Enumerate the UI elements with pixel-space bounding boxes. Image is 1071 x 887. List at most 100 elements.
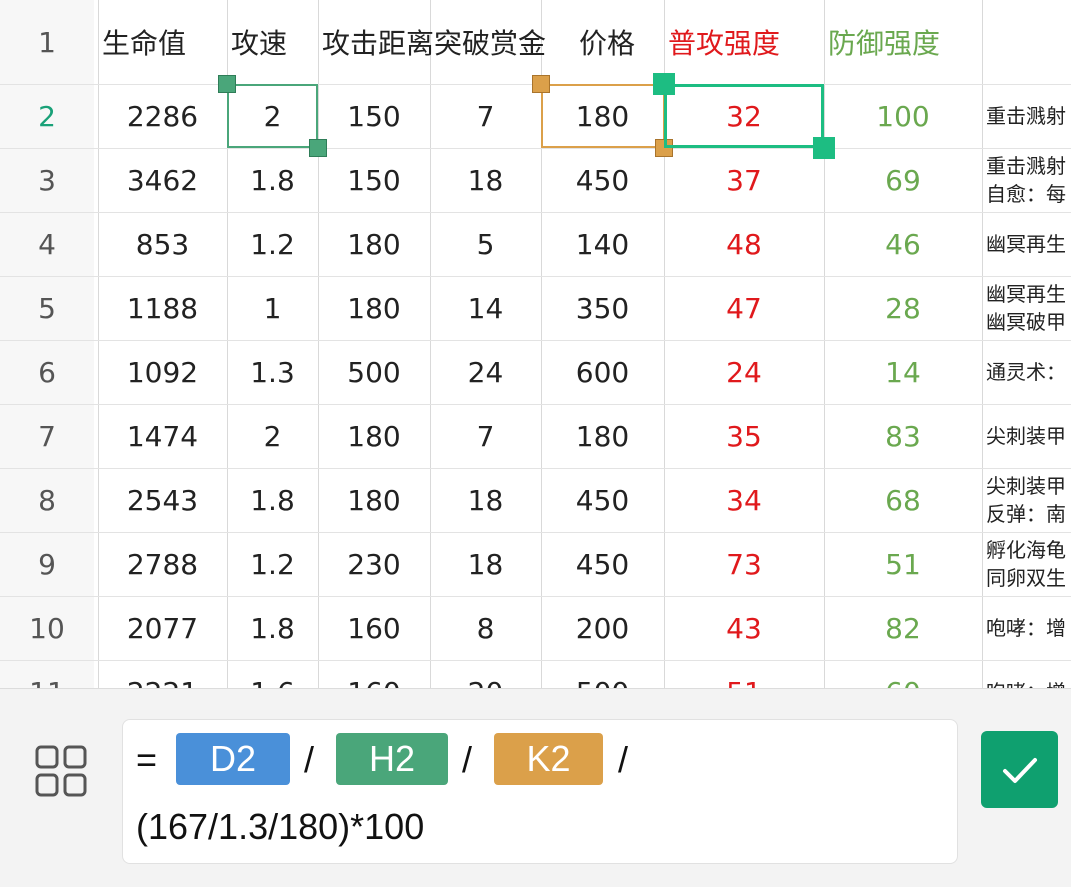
table-cell[interactable]: 180: [318, 276, 430, 340]
row-number[interactable]: 7: [0, 404, 94, 468]
table-cell[interactable]: 46: [824, 212, 982, 276]
table-cell[interactable]: 51: [664, 660, 824, 689]
row-number[interactable]: 1: [0, 0, 94, 84]
table-cell[interactable]: 35: [664, 404, 824, 468]
spreadsheet-grid[interactable]: 1 生命值 攻速 攻击距离 突破赏金 价格 普攻强度 防御强度 2 2286 2 150 7 180 32 1…: [0, 0, 1071, 688]
table-cell[interactable]: 7: [430, 84, 541, 148]
table-cell[interactable]: 2543: [98, 468, 227, 532]
description-cell[interactable]: 孵化海龟: [986, 536, 1066, 564]
table-cell[interactable]: 1.8: [227, 148, 318, 212]
table-cell[interactable]: 18: [430, 468, 541, 532]
formula-ref-K2[interactable]: K2: [494, 733, 603, 785]
table-cell[interactable]: 230: [318, 532, 430, 596]
table-cell[interactable]: 140: [541, 212, 664, 276]
table-cell[interactable]: 600: [541, 340, 664, 404]
table-cell[interactable]: 1.2: [227, 532, 318, 596]
table-cell[interactable]: 180: [541, 404, 664, 468]
table-cell[interactable]: 28: [824, 276, 982, 340]
table-cell[interactable]: 350: [541, 276, 664, 340]
table-cell[interactable]: 200: [541, 596, 664, 660]
table-cell[interactable]: 853: [98, 212, 227, 276]
row-number[interactable]: 2: [0, 84, 94, 148]
table-cell[interactable]: 2221: [98, 660, 227, 689]
table-cell[interactable]: 68: [824, 468, 982, 532]
table-cell[interactable]: 47: [664, 276, 824, 340]
table-cell[interactable]: 1474: [98, 404, 227, 468]
table-cell[interactable]: 18: [430, 148, 541, 212]
table-cell[interactable]: 500: [541, 660, 664, 689]
table-cell[interactable]: 48: [664, 212, 824, 276]
table-cell[interactable]: 37: [664, 148, 824, 212]
table-cell[interactable]: 1092: [98, 340, 227, 404]
description-cell[interactable]: 反弹：南: [986, 500, 1066, 528]
row-number[interactable]: 11: [0, 660, 94, 689]
description-cell[interactable]: 幽冥破甲: [986, 308, 1066, 336]
table-cell[interactable]: 150: [318, 148, 430, 212]
table-cell[interactable]: 500: [318, 340, 430, 404]
table-cell[interactable]: 3462: [98, 148, 227, 212]
table-cell[interactable]: 450: [541, 532, 664, 596]
column-header-cell[interactable]: 普攻强度: [664, 0, 824, 84]
table-cell[interactable]: 160: [318, 660, 430, 689]
table-cell[interactable]: 20: [430, 660, 541, 689]
column-header-cell[interactable]: 攻击距离: [318, 0, 434, 84]
ref-H2-handle-top[interactable]: [218, 75, 236, 93]
table-cell[interactable]: 1188: [98, 276, 227, 340]
description-cell[interactable]: 通灵术：: [986, 358, 1066, 386]
table-cell[interactable]: 450: [541, 148, 664, 212]
table-cell[interactable]: 1.8: [227, 596, 318, 660]
row-number[interactable]: 10: [0, 596, 94, 660]
description-cell[interactable]: 尖刺装甲: [986, 472, 1066, 500]
description-cell[interactable]: 自愈：每: [986, 180, 1066, 208]
table-cell[interactable]: 160: [318, 596, 430, 660]
table-cell[interactable]: 180: [318, 404, 430, 468]
table-cell[interactable]: 8: [430, 596, 541, 660]
table-cell[interactable]: 2077: [98, 596, 227, 660]
description-cell[interactable]: 重击溅射: [986, 152, 1066, 180]
row-number[interactable]: 9: [0, 532, 94, 596]
ref-K2-handle-top[interactable]: [532, 75, 550, 93]
table-cell[interactable]: 1.8: [227, 468, 318, 532]
table-cell[interactable]: 1.2: [227, 212, 318, 276]
row-number[interactable]: 6: [0, 340, 94, 404]
table-cell[interactable]: 2788: [98, 532, 227, 596]
table-cell[interactable]: 60: [824, 660, 982, 689]
description-cell[interactable]: 同卵双生: [986, 564, 1066, 592]
table-cell[interactable]: 18: [430, 532, 541, 596]
table-cell[interactable]: 2286: [98, 84, 227, 148]
table-cell[interactable]: 82: [824, 596, 982, 660]
table-cell[interactable]: 34: [664, 468, 824, 532]
active-cell-handle-top[interactable]: [653, 73, 675, 95]
table-cell[interactable]: 1.3: [227, 340, 318, 404]
description-cell[interactable]: 咆哮：增: [986, 678, 1066, 688]
formula-panel-icon[interactable]: [34, 744, 88, 798]
table-cell[interactable]: 450: [541, 468, 664, 532]
formula-ref-D2[interactable]: D2: [176, 733, 290, 785]
table-cell[interactable]: 5: [430, 212, 541, 276]
table-cell[interactable]: 1.6: [227, 660, 318, 689]
table-cell[interactable]: 14: [430, 276, 541, 340]
column-header-cell[interactable]: 突破赏金: [430, 0, 546, 84]
row-number[interactable]: 4: [0, 212, 94, 276]
column-header-cell[interactable]: 防御强度: [824, 0, 982, 84]
table-cell[interactable]: 180: [318, 468, 430, 532]
description-cell[interactable]: 咆哮：增: [986, 614, 1066, 642]
description-cell[interactable]: 尖刺装甲: [986, 422, 1066, 450]
table-cell[interactable]: 83: [824, 404, 982, 468]
table-cell[interactable]: 1: [227, 276, 318, 340]
confirm-button[interactable]: [981, 731, 1058, 808]
table-cell[interactable]: 14: [824, 340, 982, 404]
table-cell[interactable]: 2: [227, 404, 318, 468]
ref-H2-handle-bottom[interactable]: [309, 139, 327, 157]
table-cell[interactable]: 7: [430, 404, 541, 468]
table-cell[interactable]: 43: [664, 596, 824, 660]
active-cell-handle-bottom[interactable]: [813, 137, 835, 159]
row-number[interactable]: 5: [0, 276, 94, 340]
table-cell[interactable]: 100: [824, 84, 982, 148]
table-cell[interactable]: 51: [824, 532, 982, 596]
description-cell[interactable]: 幽冥再生: [986, 280, 1066, 308]
table-cell[interactable]: 24: [664, 340, 824, 404]
description-cell[interactable]: 幽冥再生: [986, 230, 1066, 258]
table-cell[interactable]: 180: [318, 212, 430, 276]
description-cell[interactable]: 重击溅射: [986, 102, 1066, 130]
